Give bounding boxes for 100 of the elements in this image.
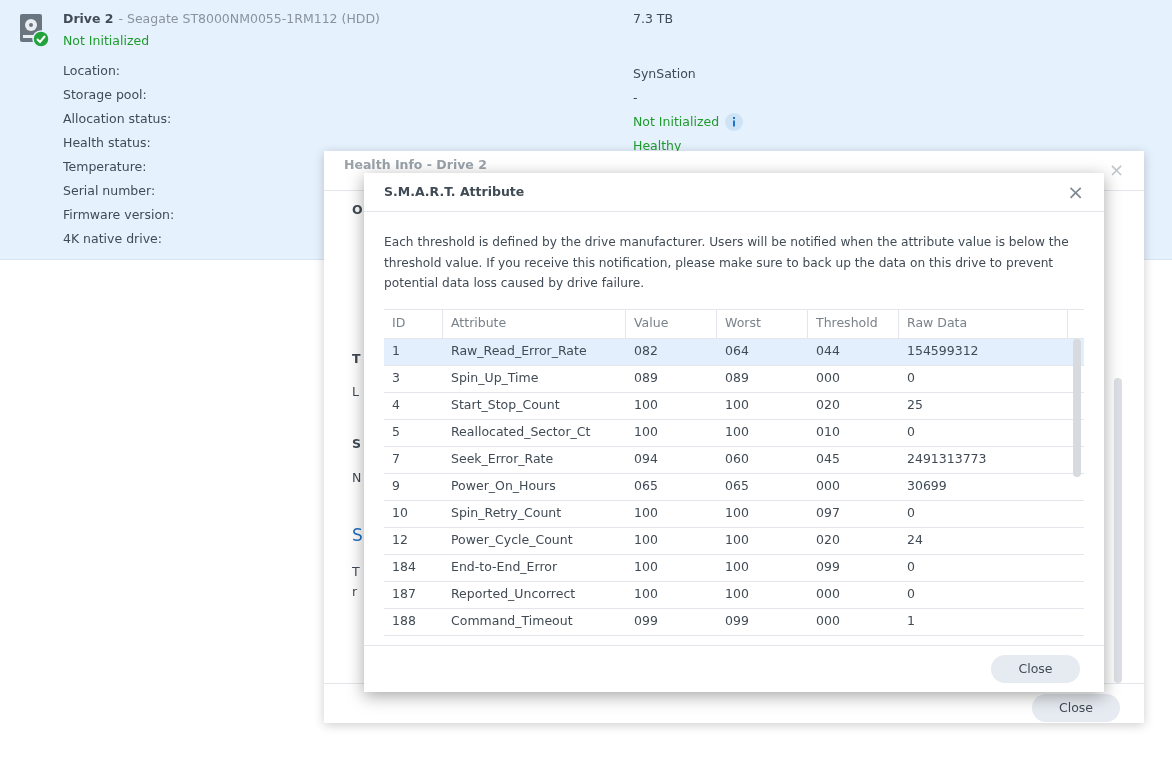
table-cell-text: 100 [633, 396, 659, 415]
property-label: Allocation status: [63, 110, 172, 128]
column-header: ID [384, 309, 443, 338]
table-cell-text: 060 [724, 450, 750, 469]
table-cell-text: 3 [391, 369, 401, 388]
table-cell-text: 9 [391, 477, 401, 496]
table-cell-text: 2491313773 [906, 450, 988, 469]
table-cell-text: 184 [391, 558, 417, 577]
text: N [352, 469, 362, 487]
table-cell-text: Raw_Read_Error_Rate [450, 342, 588, 361]
table-cell-text: 000 [815, 369, 841, 388]
table-cell-text: Reported_Uncorrect [450, 585, 577, 604]
table-row[interactable]: 10 Spin_Retry_Count 100 100 097 0 [384, 500, 1084, 528]
table-cell-text: Start_Stop_Count [450, 396, 561, 415]
table-cell-text: 187 [391, 585, 417, 604]
property-label: Serial number: [63, 182, 156, 200]
table-cell-text: 7 [391, 450, 401, 469]
table-cell-text: 000 [815, 585, 841, 604]
table-row[interactable]: 184 End-to-End_Error 100 100 099 0 [384, 554, 1084, 582]
table-cell-text: 0 [906, 369, 916, 388]
table-cell-text: 100 [633, 585, 659, 604]
property-value: SynSation [633, 64, 696, 83]
table-row[interactable]: 12 Power_Cycle_Count 100 100 020 24 [384, 527, 1084, 555]
table-cell-text: 100 [633, 531, 659, 550]
property-label: Location: [63, 62, 121, 80]
close-button[interactable]: Close [1032, 694, 1120, 722]
table-cell-text: 100 [633, 504, 659, 523]
drive-name: Drive 2 [63, 10, 114, 28]
table-cell-text: 154599312 [906, 342, 980, 361]
drive-capacity: 7.3 TB [633, 10, 675, 28]
property-label: 4K native drive: [63, 230, 162, 248]
table-cell-text: 30699 [906, 477, 948, 496]
table-cell-text: 094 [633, 450, 659, 469]
table-cell-text: 000 [815, 477, 841, 496]
text: S [352, 435, 361, 453]
tab[interactable]: O [352, 201, 363, 220]
text: r [352, 583, 358, 601]
property-label: Temperature: [63, 158, 147, 176]
table-row[interactable]: 187 Reported_Uncorrect 100 100 000 0 [384, 581, 1084, 609]
close-button[interactable]: Close [991, 655, 1080, 683]
column-header: Value [626, 309, 717, 338]
table-cell-text: 020 [815, 531, 841, 550]
section-link[interactable]: S [352, 523, 363, 549]
table-cell-text: 089 [724, 369, 750, 388]
table-cell-text: 12 [391, 531, 409, 550]
table-cell-text: 064 [724, 342, 750, 361]
table-cell-text: 065 [633, 477, 659, 496]
property-value: Healthy [633, 136, 682, 155]
table-cell-text: 010 [815, 423, 841, 442]
drive-model: - Seagate ST8000NM0055-1RM112 (HDD) [118, 10, 380, 28]
text: T [352, 563, 360, 581]
table-cell-text: 097 [815, 504, 841, 523]
scrollbar[interactable] [1073, 338, 1081, 477]
text: T [352, 350, 361, 368]
table-cell-text: 099 [724, 612, 750, 631]
table-cell-text: 100 [724, 585, 750, 604]
table-cell-text: Spin_Retry_Count [450, 504, 563, 523]
table-cell-text: 24 [906, 531, 924, 550]
column-header: Raw Data [899, 309, 1068, 338]
table-cell-text: 0 [906, 558, 916, 577]
scrollbar[interactable] [1114, 378, 1122, 683]
table-cell-text: 100 [724, 423, 750, 442]
table-row[interactable]: 188 Command_Timeout 099 099 000 1 [384, 608, 1084, 636]
table-cell-text: Spin_Up_Time [450, 369, 540, 388]
property-value: - [633, 88, 638, 107]
property-label: Firmware version: [63, 206, 175, 224]
table-cell-text: 020 [815, 396, 841, 415]
table-cell-text: Command_Timeout [450, 612, 574, 631]
description-text: Each threshold is defined by the drive manufacturer. Users will be notified when the attribute value is below the threshold value. If you receive this notification, please make sure to back up the data on this drive to prevent potential data loss caused by drive failure. [383, 234, 1070, 292]
close-button[interactable]: × [1067, 177, 1084, 207]
table-cell-text: 10 [391, 504, 409, 523]
text: L [352, 383, 359, 401]
column-header: Threshold [808, 309, 899, 338]
column-header: Attribute [443, 309, 626, 338]
table-cell-text: 5 [391, 423, 401, 442]
table-cell-text: 100 [724, 504, 750, 523]
table-row[interactable]: 9 Power_On_Hours 065 065 000 30699 [384, 473, 1084, 501]
table-cell-text: 100 [633, 423, 659, 442]
dialog-title: Health Info - Drive 2 [344, 156, 487, 174]
table-cell-text: Power_On_Hours [450, 477, 557, 496]
property-label: Health status: [63, 134, 151, 152]
dialog-title: S.M.A.R.T. Attribute [384, 182, 525, 201]
table-cell-text: 0 [906, 585, 916, 604]
table-cell-text: 4 [391, 396, 401, 415]
table-cell-text: 0 [906, 504, 916, 523]
table-cell-text: 099 [633, 612, 659, 631]
table-cell-text: 0 [906, 423, 916, 442]
table-cell-text: End-to-End_Error [450, 558, 559, 577]
table-cell-text: 100 [633, 558, 659, 577]
table-cell-text: 082 [633, 342, 659, 361]
property-label: Storage pool: [63, 86, 147, 104]
column-header: Worst [717, 309, 808, 338]
table-cell-text: 000 [815, 612, 841, 631]
table-cell-text: 1 [391, 342, 401, 361]
info-icon [725, 113, 744, 131]
table-cell-text: 099 [815, 558, 841, 577]
table-cell-text: 089 [633, 369, 659, 388]
table-row[interactable]: 1 Raw_Read_Error_Rate 082 064 044 154599312 [384, 338, 1084, 366]
table-cell-text: 044 [815, 342, 841, 361]
table-cell-text: 25 [906, 396, 924, 415]
